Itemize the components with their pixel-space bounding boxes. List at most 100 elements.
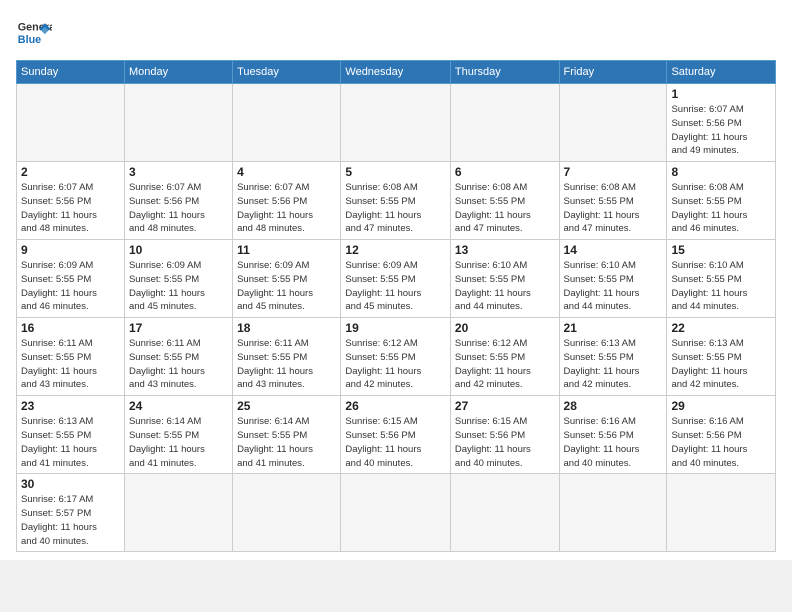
calendar-cell: 25Sunrise: 6:14 AMSunset: 5:55 PMDayligh… [233,396,341,474]
calendar-cell: 3 Sunrise: 6:07 AMSunset: 5:56 PMDaylight… [124,162,232,240]
calendar-cell: 13Sunrise: 6:10 AMSunset: 5:55 PMDayligh… [450,240,559,318]
weekday-header-monday: Monday [124,61,232,84]
day-number: 5 [345,165,446,179]
day-number: 16 [21,321,120,335]
calendar-cell [341,84,451,162]
day-info: Sunrise: 6:14 AMSunset: 5:55 PMDaylight:… [129,415,228,470]
calendar-cell [341,474,451,552]
calendar-cell: 28Sunrise: 6:16 AMSunset: 5:56 PMDayligh… [559,396,667,474]
day-info: Sunrise: 6:09 AMSunset: 5:55 PMDaylight:… [21,259,120,314]
day-number: 11 [237,243,336,257]
day-info: Sunrise: 6:07 AMSunset: 5:56 PMDaylight:… [671,103,771,158]
calendar-cell: 2 Sunrise: 6:07 AMSunset: 5:56 PMDaylight… [17,162,125,240]
weekday-header-friday: Friday [559,61,667,84]
day-info: Sunrise: 6:17 AMSunset: 5:57 PMDaylight:… [21,493,120,548]
day-number: 15 [671,243,771,257]
day-info: Sunrise: 6:13 AMSunset: 5:55 PMDaylight:… [671,337,771,392]
day-info: Sunrise: 6:16 AMSunset: 5:56 PMDaylight:… [671,415,771,470]
day-info: Sunrise: 6:10 AMSunset: 5:55 PMDaylight:… [455,259,555,314]
calendar-week-row: 23 Sunrise: 6:13 AMSunset: 5:55 PMDayligh… [17,396,776,474]
day-number: 20 [455,321,555,335]
weekday-header-saturday: Saturday [667,61,776,84]
day-info: Sunrise: 6:08 AMSunset: 5:55 PMDaylight:… [455,181,555,236]
day-info: Sunrise: 6:07 AMSunset: 5:56 PMDaylight:… [21,181,120,236]
day-number: 9 [21,243,120,257]
day-info: Sunrise: 6:13 AMSunset: 5:55 PMDaylight:… [564,337,663,392]
calendar-cell: 7 Sunrise: 6:08 AMSunset: 5:55 PMDaylight… [559,162,667,240]
day-info: Sunrise: 6:11 AMSunset: 5:55 PMDaylight:… [237,337,336,392]
generalblue-logo-icon: General Blue [16,16,52,52]
calendar-cell [559,474,667,552]
calendar-cell: 9 Sunrise: 6:09 AMSunset: 5:55 PMDaylight… [17,240,125,318]
calendar-cell: 16Sunrise: 6:11 AMSunset: 5:55 PMDayligh… [17,318,125,396]
day-number: 25 [237,399,336,413]
calendar-cell: 24Sunrise: 6:14 AMSunset: 5:55 PMDayligh… [124,396,232,474]
calendar-cell [233,84,341,162]
calendar-cell [667,474,776,552]
weekday-header-sunday: Sunday [17,61,125,84]
calendar: SundayMondayTuesdayWednesdayThursdayFrid… [16,60,776,552]
day-number: 18 [237,321,336,335]
day-info: Sunrise: 6:08 AMSunset: 5:55 PMDaylight:… [564,181,663,236]
calendar-cell [124,84,232,162]
calendar-cell: 10Sunrise: 6:09 AMSunset: 5:55 PMDayligh… [124,240,232,318]
calendar-cell [17,84,125,162]
calendar-cell [559,84,667,162]
day-number: 7 [564,165,663,179]
day-number: 19 [345,321,446,335]
day-number: 21 [564,321,663,335]
calendar-cell: 23 Sunrise: 6:13 AMSunset: 5:55 PMDayligh… [17,396,125,474]
day-number: 2 [21,165,120,179]
weekday-header-tuesday: Tuesday [233,61,341,84]
day-number: 14 [564,243,663,257]
day-info: Sunrise: 6:07 AMSunset: 5:56 PMDaylight:… [129,181,228,236]
calendar-cell: 14Sunrise: 6:10 AMSunset: 5:55 PMDayligh… [559,240,667,318]
calendar-cell: 18 Sunrise: 6:11 AMSunset: 5:55 PMDayligh… [233,318,341,396]
calendar-cell: 17 Sunrise: 6:11 AMSunset: 5:55 PMDayligh… [124,318,232,396]
calendar-cell: 21 Sunrise: 6:13 AMSunset: 5:55 PMDayligh… [559,318,667,396]
logo: General Blue [16,16,52,52]
calendar-week-row: 1 Sunrise: 6:07 AMSunset: 5:56 PMDaylight… [17,84,776,162]
day-info: Sunrise: 6:11 AMSunset: 5:55 PMDaylight:… [129,337,228,392]
day-info: Sunrise: 6:09 AMSunset: 5:55 PMDaylight:… [129,259,228,314]
day-number: 3 [129,165,228,179]
header: General Blue [16,16,776,52]
day-number: 17 [129,321,228,335]
day-number: 28 [564,399,663,413]
calendar-cell: 5 Sunrise: 6:08 AMSunset: 5:55 PMDaylight… [341,162,451,240]
day-info: Sunrise: 6:07 AMSunset: 5:56 PMDaylight:… [237,181,336,236]
calendar-cell: 11 Sunrise: 6:09 AMSunset: 5:55 PMDayligh… [233,240,341,318]
day-info: Sunrise: 6:09 AMSunset: 5:55 PMDaylight:… [345,259,446,314]
calendar-cell [450,474,559,552]
day-number: 12 [345,243,446,257]
day-number: 30 [21,477,120,491]
day-number: 8 [671,165,771,179]
day-number: 6 [455,165,555,179]
calendar-cell: 27Sunrise: 6:15 AMSunset: 5:56 PMDayligh… [450,396,559,474]
calendar-cell: 12 Sunrise: 6:09 AMSunset: 5:55 PMDayligh… [341,240,451,318]
calendar-cell: 22Sunrise: 6:13 AMSunset: 5:55 PMDayligh… [667,318,776,396]
calendar-cell: 4Sunrise: 6:07 AMSunset: 5:56 PMDaylight… [233,162,341,240]
day-info: Sunrise: 6:09 AMSunset: 5:55 PMDaylight:… [237,259,336,314]
calendar-cell: 30 Sunrise: 6:17 AMSunset: 5:57 PMDayligh… [17,474,125,552]
day-number: 1 [671,87,771,101]
day-info: Sunrise: 6:12 AMSunset: 5:55 PMDaylight:… [455,337,555,392]
weekday-header-thursday: Thursday [450,61,559,84]
day-info: Sunrise: 6:13 AMSunset: 5:55 PMDaylight:… [21,415,120,470]
calendar-cell: 19Sunrise: 6:12 AMSunset: 5:55 PMDayligh… [341,318,451,396]
day-number: 23 [21,399,120,413]
calendar-body: 1 Sunrise: 6:07 AMSunset: 5:56 PMDaylight… [17,84,776,552]
weekday-header-row: SundayMondayTuesdayWednesdayThursdayFrid… [17,61,776,84]
calendar-week-row: 16 Sunrise: 6:11 AMSunset: 5:55 PMDayligh… [17,318,776,396]
calendar-cell [233,474,341,552]
day-info: Sunrise: 6:10 AMSunset: 5:55 PMDaylight:… [671,259,771,314]
calendar-cell: 1 Sunrise: 6:07 AMSunset: 5:56 PMDaylight… [667,84,776,162]
calendar-cell [124,474,232,552]
day-number: 29 [671,399,771,413]
calendar-header: SundayMondayTuesdayWednesdayThursdayFrid… [17,61,776,84]
calendar-week-row: 2 Sunrise: 6:07 AMSunset: 5:56 PMDaylight… [17,162,776,240]
svg-text:Blue: Blue [18,34,41,46]
calendar-cell: 8Sunrise: 6:08 AMSunset: 5:55 PMDaylight… [667,162,776,240]
day-info: Sunrise: 6:08 AMSunset: 5:55 PMDaylight:… [345,181,446,236]
calendar-week-row: 9 Sunrise: 6:09 AMSunset: 5:55 PMDaylight… [17,240,776,318]
